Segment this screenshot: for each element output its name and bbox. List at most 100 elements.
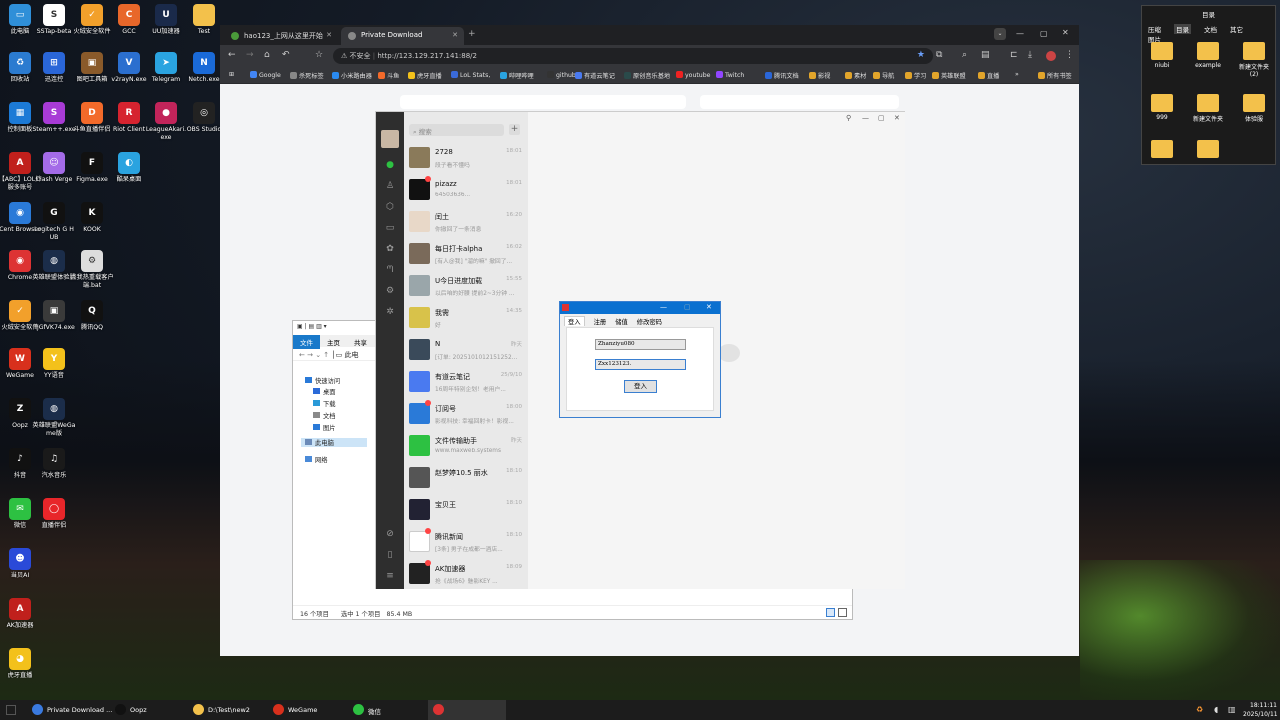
taskbar-item[interactable]: D:\Test\new2 — [188, 700, 262, 720]
chat-item[interactable]: 2728 段子看不懂吗 18:01 — [404, 142, 528, 174]
bookmark-item[interactable]: 有道云笔记 — [575, 71, 615, 80]
nav-item[interactable]: 快速访问 — [305, 376, 340, 385]
download-icon[interactable]: ⤓ — [1028, 50, 1032, 60]
chat-item[interactable]: 腾讯新闻 [3条] 男子在成都一酒店... 18:10 — [404, 526, 528, 558]
tab-search-button[interactable]: ⌄ — [994, 28, 1006, 40]
nav-item[interactable]: 网络 — [305, 455, 328, 464]
folder-tab[interactable]: 文档 — [1204, 24, 1217, 34]
tab-login[interactable]: 登入 — [564, 316, 585, 326]
crop-icon[interactable]: ⊏ — [1010, 50, 1018, 60]
nav-item[interactable]: 下载 — [313, 399, 336, 408]
maximize-button[interactable]: ▢ — [878, 114, 885, 122]
close-button[interactable]: ✕ — [706, 303, 712, 311]
nav-item[interactable]: 文档 — [313, 411, 336, 420]
chat-icon[interactable]: ● — [384, 159, 396, 171]
maximize-button[interactable]: ▢ — [684, 303, 691, 311]
all-bookmarks[interactable]: 所有书签 — [1038, 71, 1072, 80]
taskbar-item[interactable]: Oopz — [110, 700, 182, 720]
bookmark-item[interactable]: 学习 — [905, 71, 926, 80]
more-bookmarks-icon[interactable]: » — [1015, 71, 1019, 78]
channels-icon[interactable]: ᘉ — [384, 264, 396, 276]
clock-date[interactable]: 2025/10/11 — [1243, 711, 1278, 718]
folder-icon[interactable]: ▭ — [384, 222, 396, 234]
back-icon[interactable]: ← — [299, 351, 305, 359]
tab-change-password[interactable]: 修改密码 — [637, 317, 662, 326]
avatar[interactable] — [381, 130, 399, 148]
desktop-icon[interactable]: Y YY语音 — [32, 348, 76, 380]
bookmark-item[interactable]: 小米路由器 — [332, 71, 372, 80]
bookmark-item[interactable]: 斗鱼 — [378, 71, 399, 80]
folder-item[interactable]: example — [1190, 42, 1226, 69]
path-field[interactable]: │▭ 此电 — [331, 351, 358, 359]
bookmark-item[interactable]: 英雄联盟 — [932, 71, 966, 80]
bookmark-item[interactable]: 腾讯文档 — [765, 71, 799, 80]
avatar[interactable] — [1046, 51, 1056, 61]
ribbon-tab-home[interactable]: 主页 — [320, 335, 347, 349]
chat-item[interactable]: 有道云笔记 16周年特别企划！老用户... 25/9/10 — [404, 366, 528, 398]
bookmark-item[interactable]: 虎牙直播 — [408, 71, 442, 80]
folder-item[interactable] — [1190, 140, 1226, 160]
bookmark-item[interactable]: youtube — [676, 71, 710, 79]
desktop-icon[interactable]: ◕ 虎牙直播 — [0, 648, 42, 680]
tab-recharge[interactable]: 储值 — [615, 317, 628, 326]
tiles-view-icon[interactable] — [838, 608, 847, 617]
desktop-icon[interactable]: ♫ 汽水音乐 — [32, 448, 76, 480]
search-icon[interactable]: ⚙ — [384, 285, 396, 297]
desktop-icon[interactable]: K KOOK — [70, 202, 114, 234]
taskbar-item[interactable]: 微信 — [348, 700, 420, 720]
chat-item[interactable]: AK加速器 抢《战场6》魅影KEY ... 18:09 — [404, 558, 528, 590]
mini-program-icon[interactable]: ✲ — [384, 306, 396, 318]
bookmark-item[interactable]: 导航 — [873, 71, 894, 80]
taskbar-item[interactable] — [428, 700, 506, 720]
nav-item[interactable]: 此电脑 — [301, 438, 367, 447]
taskbar-item[interactable]: WeGame — [268, 700, 340, 720]
bookmark-item[interactable]: 原创音乐基地 — [624, 71, 670, 80]
search-icon[interactable]: ⌕ — [962, 50, 967, 60]
bookmark-item[interactable]: github — [547, 71, 576, 79]
close-icon[interactable]: ✕ — [326, 31, 332, 39]
extensions-icon[interactable]: ⧉ — [936, 50, 942, 60]
login-button[interactable]: 登入 — [624, 380, 657, 393]
chat-item[interactable]: 赵梦婷10.5 丽水 18:10 — [404, 462, 528, 494]
bookmark-item[interactable]: Google — [250, 71, 281, 79]
close-button[interactable]: ✕ — [894, 114, 900, 122]
tray-icon[interactable]: ♻ — [1196, 705, 1203, 714]
minimize-button[interactable]: — — [862, 114, 869, 122]
tab-hao123[interactable]: hao123_上网从这里开始 ✕ — [224, 27, 338, 45]
ribbon-tab-file[interactable]: 文件 — [293, 335, 320, 349]
close-icon[interactable]: ✕ — [452, 31, 458, 39]
menu-icon[interactable]: ≡ — [384, 570, 396, 582]
chat-item[interactable]: 订阅号 影视科技: 幸福回射卡！影视... 18:00 — [404, 398, 528, 430]
folder-item[interactable]: 999 — [1144, 94, 1180, 121]
network-icon[interactable]: ▥ — [1228, 705, 1236, 714]
bookmark-star-icon[interactable]: ★ — [917, 50, 925, 60]
ribbon-tab-share[interactable]: 共享 — [347, 335, 374, 349]
bookmark-item[interactable]: 影视 — [809, 71, 830, 80]
new-tab-button[interactable]: + — [468, 29, 476, 39]
search-input[interactable]: ⌕ 搜索 — [409, 124, 504, 136]
minimize-button[interactable]: — — [660, 303, 667, 311]
folder-item[interactable]: 新建文件夹 (2) — [1236, 42, 1272, 78]
pin-icon[interactable]: ⚲ — [846, 114, 851, 122]
desktop-icon[interactable]: ⚙ 点我热重载客户端.bat — [70, 250, 114, 290]
desktop-icon[interactable]: ◯ 直播伴侣 — [32, 498, 76, 530]
minimize-button[interactable]: — — [1016, 29, 1024, 38]
folder-item[interactable]: 体验服 — [1236, 94, 1272, 123]
chat-item[interactable]: 文件传输助手 www.maxweb.systems 昨天 — [404, 430, 528, 462]
desktop-icon[interactable]: ◐ 酷呆桌面 — [107, 152, 151, 184]
chat-item[interactable]: pizazz 64503636... 18:01 — [404, 174, 528, 206]
clock-time[interactable]: 18:11:11 — [1250, 702, 1277, 709]
bookmark-item[interactable]: 哔哩哔哩 — [500, 71, 534, 80]
nav-item[interactable]: 桌面 — [313, 387, 336, 396]
menu-icon[interactable]: ⋮ — [1065, 50, 1074, 60]
star-outline-icon[interactable]: ☆ — [315, 50, 323, 60]
reload-icon[interactable]: ↶ — [282, 50, 290, 60]
folder-item[interactable] — [1144, 140, 1180, 160]
chat-item[interactable]: 宝贝王 18:10 — [404, 494, 528, 526]
forward-icon[interactable]: → — [246, 50, 254, 60]
add-button[interactable]: + — [509, 124, 520, 135]
bookmark-item[interactable]: Twitch — [716, 71, 744, 79]
folder-item[interactable]: niubi — [1144, 42, 1180, 69]
maximize-button[interactable]: ▢ — [1040, 29, 1048, 38]
desktop-icon[interactable]: Q 腾讯QQ — [70, 300, 114, 332]
